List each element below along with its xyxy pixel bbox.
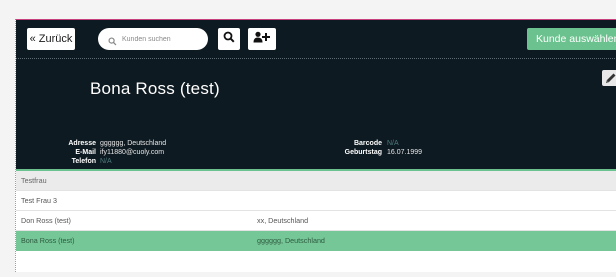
customer-detail: Bona Ross (test) Adresse gggggg, Deutsch…	[16, 58, 616, 169]
select-customer-button[interactable]: Kunde auswählen	[527, 28, 616, 50]
list-item-selected[interactable]: Bona Ross (test) gggggg, Deutschland	[16, 231, 616, 251]
customer-results-list: Testfrau Test Frau 3 Don Ross (test) xx,…	[16, 169, 616, 272]
barcode-label: Barcode	[353, 140, 382, 147]
list-item[interactable]: Test Frau 3	[16, 191, 616, 211]
address-label: Adresse	[68, 140, 96, 147]
list-item-name: Test Frau 3	[21, 196, 57, 205]
email-label: E-Mail	[75, 149, 96, 156]
barcode-value: N/A	[387, 140, 399, 147]
phone-label: Telefon	[71, 158, 96, 165]
add-user-icon	[253, 30, 271, 48]
search-button[interactable]	[218, 28, 240, 50]
list-item-name: Testfrau	[21, 176, 47, 185]
list-item-address: xx, Deutschland	[257, 216, 309, 225]
email-value: ify11880@cuoly.com	[100, 149, 165, 156]
add-customer-button[interactable]	[248, 28, 276, 50]
customer-name: Bona Ross (test)	[90, 79, 220, 98]
search-input[interactable]	[122, 31, 202, 47]
list-item-name: Bona Ross (test)	[21, 236, 75, 245]
phone-value: N/A	[100, 158, 112, 165]
list-item-address: gggggg, Deutschland	[257, 236, 325, 245]
edit-button[interactable]	[602, 70, 616, 86]
list-item-name: Don Ross (test)	[21, 216, 71, 225]
search-icon	[223, 30, 235, 48]
list-group-header[interactable]: Testfrau	[16, 171, 616, 191]
address-value: gggggg, Deutschland	[100, 140, 167, 147]
birthday-label: Geburtstag	[344, 149, 382, 156]
search-icon	[108, 33, 117, 51]
birthday-value: 16.07.1999	[387, 149, 423, 156]
back-button[interactable]: « Zurück	[27, 28, 75, 50]
list-item[interactable]: Don Ross (test) xx, Deutschland	[16, 211, 616, 231]
toolbar: « Zurück Kunde auswählen	[16, 20, 616, 58]
customer-search	[98, 28, 208, 50]
customer-picker: « Zurück Kunde auswählen Bona Ross (test…	[15, 19, 616, 272]
